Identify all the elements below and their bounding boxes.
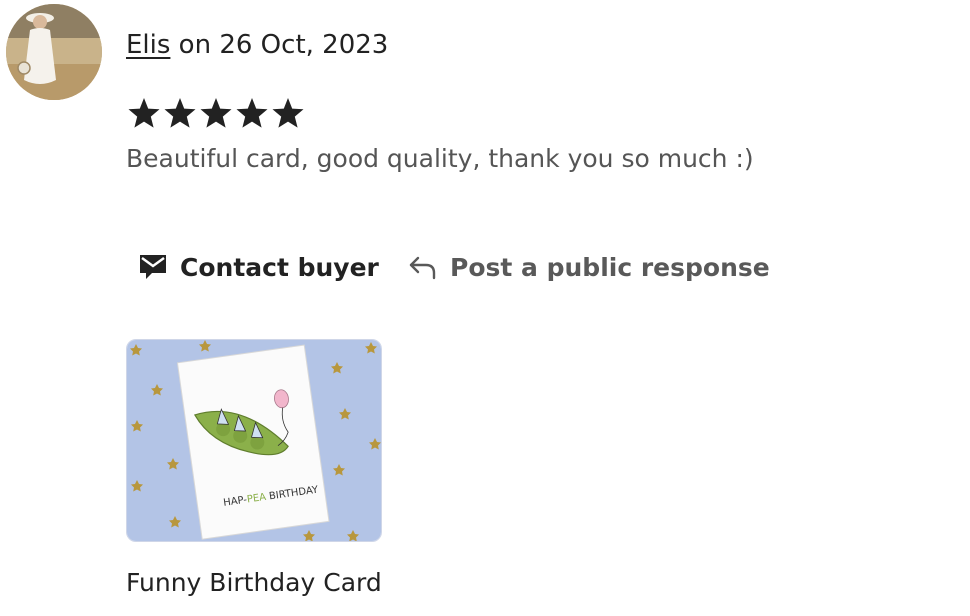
reply-arrow-icon	[408, 254, 438, 280]
reviewer-name-link[interactable]: Elis	[126, 30, 170, 60]
post-public-response-label: Post a public response	[450, 252, 770, 282]
reviewer-avatar[interactable]	[6, 4, 102, 100]
contact-buyer-button[interactable]: Contact buyer	[138, 245, 379, 289]
product-thumbnail[interactable]: HAP-PEA BIRTHDAY	[126, 339, 382, 542]
review-date: on 26 Oct, 2023	[170, 30, 389, 60]
envelope-icon	[138, 253, 168, 281]
star-rating	[126, 94, 306, 134]
post-public-response-button[interactable]: Post a public response	[408, 245, 770, 289]
star-icon	[164, 98, 196, 128]
product-title-link[interactable]: Funny Birthday Card	[126, 566, 382, 600]
star-icon	[272, 98, 304, 128]
star-icon	[236, 98, 268, 128]
star-icon	[200, 98, 232, 128]
review-header: Elis on 26 Oct, 2023	[126, 28, 388, 62]
star-icon	[128, 98, 160, 128]
review-text: Beautiful card, good quality, thank you …	[126, 144, 754, 173]
contact-buyer-label: Contact buyer	[180, 252, 379, 282]
